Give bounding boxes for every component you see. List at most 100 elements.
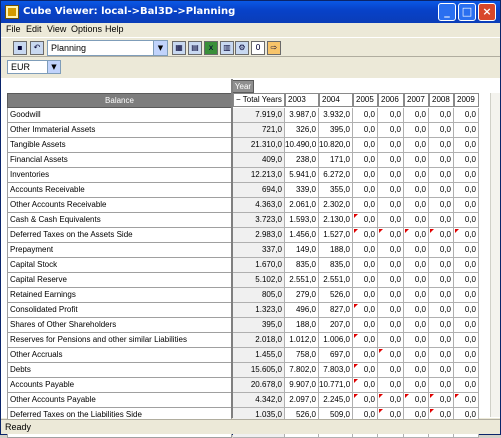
data-cell[interactable]: 0,0 — [454, 123, 479, 138]
data-cell[interactable]: 1.323,0 — [233, 303, 285, 318]
row-header[interactable]: Deferred Taxes on the Assets Side — [7, 228, 232, 243]
data-cell[interactable]: 0,0 — [378, 213, 404, 228]
data-cell[interactable]: 805,0 — [233, 288, 285, 303]
table-icon[interactable]: ▤ — [188, 41, 202, 55]
grid-icon[interactable]: ▦ — [172, 41, 186, 55]
data-cell[interactable]: 1.012,0 — [285, 333, 319, 348]
data-cell[interactable]: 0,0 — [404, 213, 429, 228]
data-cell[interactable]: 0,0 — [378, 393, 404, 408]
excel-icon[interactable]: x — [204, 41, 218, 55]
data-cell[interactable]: 0,0 — [353, 243, 378, 258]
data-cell[interactable]: 0,0 — [353, 123, 378, 138]
data-cell[interactable]: 188,0 — [285, 318, 319, 333]
column-header-2005[interactable]: 2005 — [353, 93, 378, 107]
data-cell[interactable]: 0,0 — [353, 168, 378, 183]
data-cell[interactable]: 9.907,0 — [285, 378, 319, 393]
row-header[interactable]: Goodwill — [7, 108, 232, 123]
data-cell[interactable]: 0,0 — [378, 243, 404, 258]
data-cell[interactable]: 395,0 — [319, 123, 353, 138]
row-header[interactable]: Shares of Other Shareholders — [7, 318, 232, 333]
data-cell[interactable]: 0,0 — [353, 363, 378, 378]
data-cell[interactable]: 0,0 — [353, 318, 378, 333]
data-cell[interactable]: 0,0 — [353, 378, 378, 393]
data-cell[interactable]: 7.919,0 — [233, 108, 285, 123]
data-cell[interactable]: 0,0 — [378, 183, 404, 198]
data-cell[interactable]: 0,0 — [429, 363, 454, 378]
data-cell[interactable]: 21.310,0 — [233, 138, 285, 153]
data-cell[interactable]: 0,0 — [353, 138, 378, 153]
filter-icon[interactable]: ⚙ — [235, 41, 249, 55]
data-cell[interactable]: 0,0 — [378, 108, 404, 123]
close-button[interactable]: × — [478, 3, 496, 21]
row-header[interactable]: Tangible Assets — [7, 138, 232, 153]
data-cell[interactable]: 1.527,0 — [319, 228, 353, 243]
data-cell[interactable]: 0,0 — [353, 348, 378, 363]
data-cell[interactable]: 0,0 — [353, 198, 378, 213]
data-cell[interactable]: 0,0 — [454, 183, 479, 198]
data-cell[interactable]: 1.456,0 — [285, 228, 319, 243]
data-cell[interactable]: 2.551,0 — [285, 273, 319, 288]
data-cell[interactable]: 171,0 — [319, 153, 353, 168]
data-cell[interactable]: 0,0 — [353, 228, 378, 243]
data-cell[interactable]: 827,0 — [319, 303, 353, 318]
data-cell[interactable]: 0,0 — [454, 363, 479, 378]
data-cell[interactable]: 0,0 — [378, 378, 404, 393]
undo-icon[interactable]: ↶ — [30, 41, 44, 55]
row-header[interactable]: Other Accounts Payable — [7, 393, 232, 408]
column-header-2007[interactable]: 2007 — [404, 93, 429, 107]
data-cell[interactable]: 0,0 — [404, 108, 429, 123]
data-cell[interactable]: 326,0 — [285, 123, 319, 138]
data-cell[interactable]: 1.670,0 — [233, 258, 285, 273]
data-cell[interactable]: 6.272,0 — [319, 168, 353, 183]
data-cell[interactable]: 721,0 — [233, 123, 285, 138]
data-cell[interactable]: 7.803,0 — [319, 363, 353, 378]
menu-view[interactable]: View — [47, 24, 66, 34]
row-header[interactable]: Cash & Cash Equivalents — [7, 213, 232, 228]
data-cell[interactable]: 0,0 — [429, 333, 454, 348]
data-cell[interactable]: 0,0 — [378, 288, 404, 303]
data-cell[interactable]: 0,0 — [429, 393, 454, 408]
data-cell[interactable]: 0,0 — [454, 288, 479, 303]
data-cell[interactable]: 7.802,0 — [285, 363, 319, 378]
data-cell[interactable]: 0,0 — [454, 348, 479, 363]
data-cell[interactable]: 0,0 — [404, 123, 429, 138]
data-cell[interactable]: 2.061,0 — [285, 198, 319, 213]
data-cell[interactable]: 0,0 — [378, 153, 404, 168]
data-cell[interactable]: 0,0 — [378, 333, 404, 348]
data-cell[interactable]: 0,0 — [404, 273, 429, 288]
column-header-2004[interactable]: 2004 — [319, 93, 353, 107]
data-cell[interactable]: 0,0 — [429, 348, 454, 363]
data-cell[interactable]: 0,0 — [454, 393, 479, 408]
data-cell[interactable]: 1.593,0 — [285, 213, 319, 228]
data-cell[interactable]: 2.130,0 — [319, 213, 353, 228]
row-header[interactable]: Other Accounts Receivable — [7, 198, 232, 213]
data-cell[interactable]: 0,0 — [404, 138, 429, 153]
data-cell[interactable]: 4.363,0 — [233, 198, 285, 213]
data-cell[interactable]: 0,0 — [429, 243, 454, 258]
data-cell[interactable]: 2.302,0 — [319, 198, 353, 213]
data-cell[interactable]: 238,0 — [285, 153, 319, 168]
data-cell[interactable]: 2.097,0 — [285, 393, 319, 408]
row-header[interactable]: Debts — [7, 363, 232, 378]
zero-suppress-icon[interactable]: 0 — [251, 41, 265, 55]
data-cell[interactable]: 0,0 — [378, 348, 404, 363]
data-cell[interactable]: 0,0 — [353, 393, 378, 408]
data-cell[interactable]: 0,0 — [429, 138, 454, 153]
data-cell[interactable]: 758,0 — [285, 348, 319, 363]
data-cell[interactable]: 0,0 — [454, 138, 479, 153]
data-cell[interactable]: 5.941,0 — [285, 168, 319, 183]
data-cell[interactable]: 0,0 — [378, 138, 404, 153]
data-cell[interactable]: 0,0 — [454, 198, 479, 213]
minimize-button[interactable]: _ — [438, 3, 456, 21]
data-cell[interactable]: 835,0 — [319, 258, 353, 273]
data-cell[interactable]: 337,0 — [233, 243, 285, 258]
data-cell[interactable]: 409,0 — [233, 153, 285, 168]
data-cell[interactable]: 15.605,0 — [233, 363, 285, 378]
data-cell[interactable]: 1.006,0 — [319, 333, 353, 348]
data-cell[interactable]: 0,0 — [454, 213, 479, 228]
data-cell[interactable]: 0,0 — [454, 153, 479, 168]
data-cell[interactable]: 0,0 — [404, 183, 429, 198]
currency-select[interactable]: EUR ▼ — [7, 60, 61, 74]
column-header-total-years[interactable]: − Total Years — [233, 93, 285, 107]
row-header[interactable]: Consolidated Profit — [7, 303, 232, 318]
